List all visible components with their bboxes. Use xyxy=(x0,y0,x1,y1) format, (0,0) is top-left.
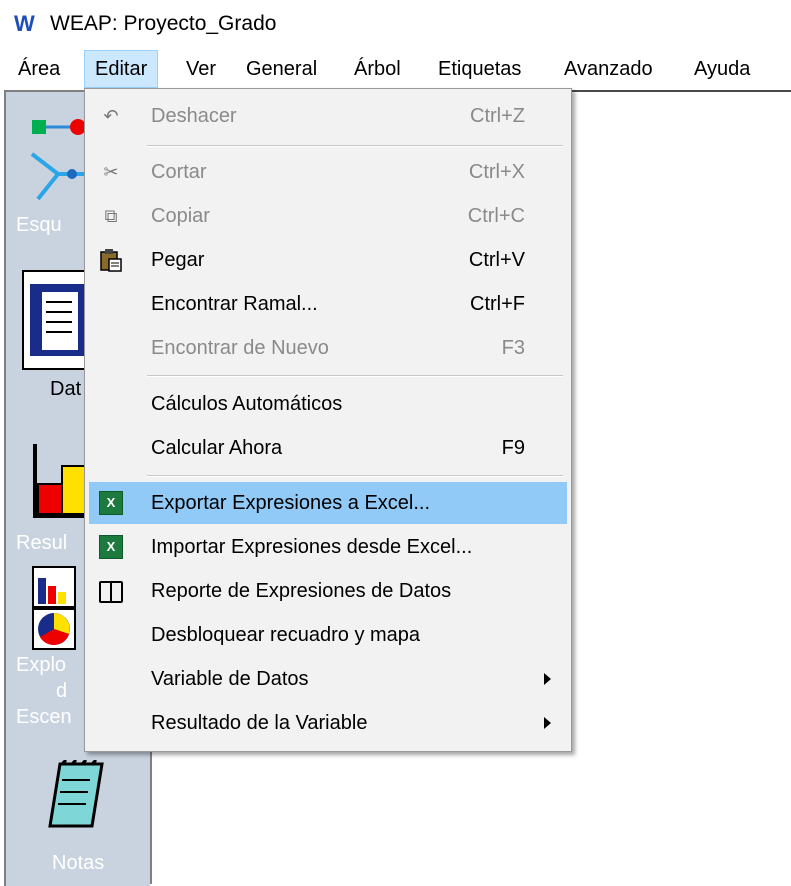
menu-item-cortar[interactable]: ✂ Cortar Ctrl+X xyxy=(89,151,567,193)
submenu-arrow-icon xyxy=(544,717,551,729)
scissors-icon: ✂ xyxy=(103,162,119,182)
editar-dropdown-menu: ↶ Deshacer Ctrl+Z ✂ Cortar Ctrl+X ⧉ Copi… xyxy=(84,88,572,752)
menu-item-calcular-ahora[interactable]: Calcular Ahora F9 xyxy=(89,427,567,469)
data-icon xyxy=(22,270,92,370)
scenario-explorer-icon xyxy=(32,566,76,650)
menu-item-calculos-automaticos[interactable]: Cálculos Automáticos xyxy=(89,383,567,425)
book-icon xyxy=(99,579,123,603)
menu-separator xyxy=(147,145,563,147)
view-notes-label: Notas xyxy=(52,852,105,874)
menu-general[interactable]: General xyxy=(236,50,327,88)
excel-icon: X xyxy=(99,535,123,559)
title-bar: W WEAP: Proyecto_Grado xyxy=(0,0,791,48)
view-notes-button[interactable]: Notas xyxy=(6,752,150,886)
undo-icon: ↶ xyxy=(103,106,119,126)
menu-area[interactable]: Área xyxy=(8,50,70,88)
excel-icon: X xyxy=(99,491,123,515)
menu-editar[interactable]: Editar xyxy=(84,50,159,88)
menu-item-reporte-expresiones[interactable]: Reporte de Expresiones de Datos xyxy=(89,570,567,612)
menu-arbol[interactable]: Árbol xyxy=(344,50,411,88)
menu-item-encontrar-de-nuevo[interactable]: Encontrar de Nuevo F3 xyxy=(89,327,567,369)
window-title: WEAP: Proyecto_Grado xyxy=(50,12,277,35)
copy-icon: ⧉ xyxy=(104,206,118,226)
menu-item-variable-de-datos[interactable]: Variable de Datos xyxy=(89,658,567,700)
view-scenario-label-1: Explo xyxy=(16,654,67,676)
menu-item-resultado-variable[interactable]: Resultado de la Variable xyxy=(89,702,567,744)
view-scenario-label-3: Escen xyxy=(16,706,72,728)
paste-icon xyxy=(99,248,123,272)
menu-separator xyxy=(147,475,563,477)
menu-ayuda[interactable]: Ayuda xyxy=(684,50,760,88)
results-icon xyxy=(33,444,92,518)
view-schematic-label: Esqu xyxy=(16,214,62,236)
menu-avanzado[interactable]: Avanzado xyxy=(554,50,663,88)
notes-icon xyxy=(48,760,104,828)
menu-item-desbloquear-recuadro[interactable]: Desbloquear recuadro y mapa xyxy=(89,614,567,656)
view-data-label: Dat xyxy=(50,378,82,400)
menu-bar: Área Editar Ver General Árbol Etiquetas … xyxy=(0,50,791,90)
menu-item-copiar[interactable]: ⧉ Copiar Ctrl+C xyxy=(89,195,567,237)
menu-separator xyxy=(147,375,563,377)
view-scenario-label-2: d xyxy=(56,680,68,702)
menu-item-importar-excel[interactable]: X Importar Expresiones desde Excel... xyxy=(89,526,567,568)
menu-ver[interactable]: Ver xyxy=(176,50,226,88)
submenu-arrow-icon xyxy=(544,673,551,685)
view-results-label: Resul xyxy=(16,532,68,554)
menu-item-deshacer[interactable]: ↶ Deshacer Ctrl+Z xyxy=(89,95,567,137)
weap-logo-icon: W xyxy=(14,11,35,36)
menu-item-exportar-excel[interactable]: X Exportar Expresiones a Excel... xyxy=(89,482,567,524)
menu-item-pegar[interactable]: Pegar Ctrl+V xyxy=(89,239,567,281)
menu-etiquetas[interactable]: Etiquetas xyxy=(428,50,531,88)
menu-item-encontrar-ramal[interactable]: Encontrar Ramal... Ctrl+F xyxy=(89,283,567,325)
